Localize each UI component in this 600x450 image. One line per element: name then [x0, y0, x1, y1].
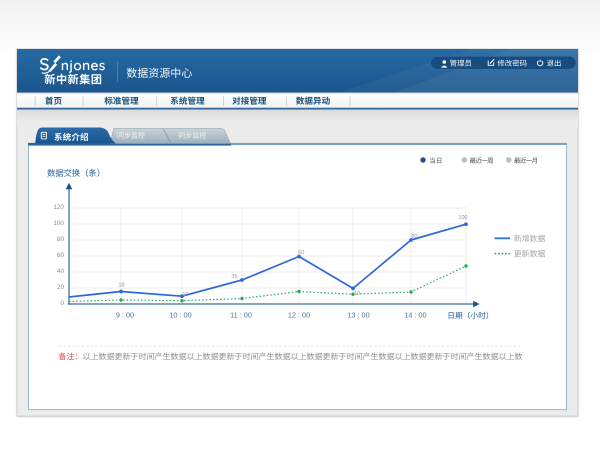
svg-text:100: 100 — [458, 215, 467, 221]
svg-text:18: 18 — [118, 283, 124, 289]
svg-text:10: 10 — [182, 292, 188, 298]
svg-text:60: 60 — [57, 252, 65, 259]
svg-text:10 : 00: 10 : 00 — [169, 311, 191, 320]
svg-text:80: 80 — [411, 234, 417, 240]
svg-text:80: 80 — [57, 236, 65, 243]
svg-text:9 : 00: 9 : 00 — [116, 311, 134, 320]
svg-text:20: 20 — [57, 284, 65, 291]
svg-text:0: 0 — [60, 300, 64, 307]
svg-text:10: 10 — [354, 290, 360, 296]
svg-text:11 : 00: 11 : 00 — [230, 311, 252, 320]
svg-text:100: 100 — [53, 220, 64, 227]
svg-text:12 : 00: 12 : 00 — [288, 311, 310, 320]
svg-text:60: 60 — [298, 250, 304, 256]
svg-text:14 : 00: 14 : 00 — [404, 311, 426, 320]
svg-text:40: 40 — [57, 268, 65, 275]
svg-text:13 : 00: 13 : 00 — [347, 311, 369, 320]
svg-text:35: 35 — [231, 274, 237, 280]
svg-text:120: 120 — [53, 204, 64, 211]
